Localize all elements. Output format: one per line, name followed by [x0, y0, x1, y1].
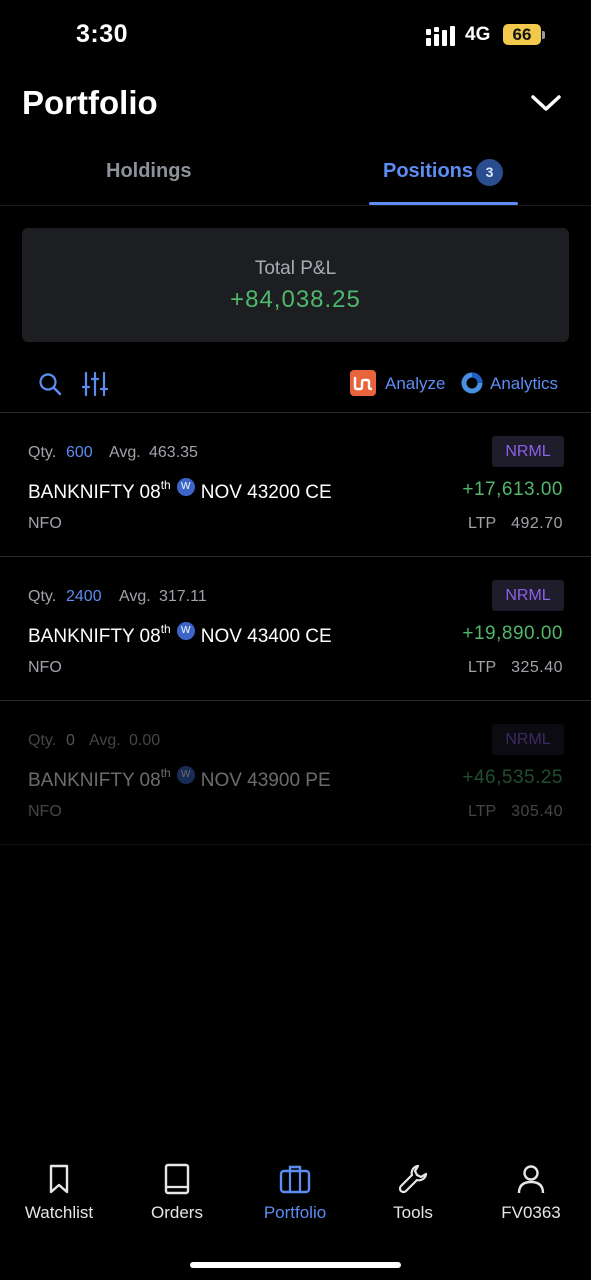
- nav-account[interactable]: FV0363: [472, 1150, 590, 1223]
- analyze-button[interactable]: Analyze: [385, 374, 445, 394]
- position-pnl: +19,890.00: [462, 623, 563, 644]
- symbol-prefix: BANKNIFTY 08: [28, 482, 161, 503]
- tabs-divider: [0, 205, 591, 206]
- qty-label: Qty.: [28, 588, 57, 605]
- bookmark-icon: [49, 1164, 69, 1194]
- nav-watchlist[interactable]: Watchlist: [0, 1150, 118, 1223]
- avg-value: 463.35: [149, 444, 198, 461]
- symbol-ordinal: th: [160, 621, 171, 636]
- chevron-down-icon[interactable]: [530, 92, 562, 114]
- ltp-value: 305.40: [511, 803, 563, 820]
- avg-label: Avg.: [109, 444, 141, 461]
- symbol-suffix: NOV 43900 PE: [200, 770, 331, 791]
- position-pnl: +46,535.25: [462, 767, 563, 788]
- nav-label: Watchlist: [24, 1203, 94, 1222]
- book-icon: [164, 1163, 190, 1195]
- weekly-expiry-icon: W: [176, 766, 195, 784]
- status-time: 3:30: [76, 20, 129, 48]
- ltp-label: LTP: [468, 659, 497, 676]
- exchange-label: NFO: [28, 659, 62, 676]
- signal-icon: [426, 26, 455, 46]
- nav-label: FV0363: [501, 1203, 561, 1222]
- user-icon: [517, 1165, 545, 1194]
- symbol-ordinal: th: [160, 477, 171, 492]
- search-icon[interactable]: [38, 372, 62, 396]
- instrument-symbol: BANKNIFTY 08th W NOV 43400 CE: [28, 622, 332, 648]
- symbol-suffix: NOV 43400 CE: [200, 626, 332, 647]
- bottom-nav: Watchlist Orders Portfolio Tools FV0363: [0, 1150, 591, 1240]
- tab-holdings[interactable]: Holdings: [106, 160, 192, 183]
- ltp-label: LTP: [468, 803, 497, 820]
- positions-count-badge: 3: [476, 159, 503, 186]
- qty-label: Qty.: [28, 732, 57, 749]
- tab-positions[interactable]: Positions: [383, 160, 473, 183]
- weekly-expiry-icon: W: [176, 622, 195, 640]
- symbol-prefix: BANKNIFTY 08: [28, 626, 161, 647]
- analytics-button[interactable]: Analytics: [490, 374, 558, 394]
- product-type-badge: NRML: [492, 724, 564, 755]
- exchange-label: NFO: [28, 803, 62, 820]
- home-indicator: [190, 1262, 401, 1268]
- position-row-closed[interactable]: Qty. 0 Avg. 0.00 NRML BANKNIFTY 08th W NOV…: [0, 701, 591, 845]
- ltp-value: 325.40: [511, 659, 563, 676]
- avg-value: 0.00: [129, 732, 161, 749]
- symbol-ordinal: th: [160, 765, 171, 780]
- product-type-badge: NRML: [492, 436, 564, 467]
- position-row[interactable]: Qty. 2400 Avg. 317.11 NRML BANKNIFTY 08t…: [0, 557, 591, 701]
- qty-label: Qty.: [28, 444, 57, 461]
- instrument-symbol: BANKNIFTY 08th W NOV 43200 CE: [28, 478, 332, 504]
- weekly-expiry-icon: W: [176, 478, 195, 496]
- battery-tip: [542, 31, 545, 39]
- nav-tools[interactable]: Tools: [354, 1150, 472, 1223]
- nav-label: Orders: [151, 1203, 203, 1222]
- qty-value: 0: [66, 732, 75, 749]
- status-bar: 3:30 4G 66: [0, 0, 591, 70]
- total-pnl-card: Total P&L +84,038.25: [22, 228, 569, 342]
- exchange-label: NFO: [28, 515, 62, 532]
- ltp-value: 492.70: [511, 515, 563, 532]
- nav-label: Portfolio: [263, 1203, 327, 1222]
- nav-label: Tools: [393, 1203, 433, 1222]
- qty-value: 600: [66, 444, 93, 461]
- avg-value: 317.11: [159, 588, 207, 605]
- page-title: Portfolio: [22, 84, 158, 121]
- total-pnl-value: +84,038.25: [230, 286, 361, 313]
- nav-orders[interactable]: Orders: [118, 1150, 236, 1223]
- battery-indicator: 66: [503, 24, 541, 45]
- position-row[interactable]: Qty. 600 Avg. 463.35 NRML BANKNIFTY 08th…: [0, 413, 591, 557]
- avg-label: Avg.: [119, 588, 151, 605]
- filter-sliders-icon[interactable]: [82, 371, 108, 397]
- avg-label: Avg.: [89, 732, 121, 749]
- wrench-icon: [398, 1164, 428, 1194]
- total-pnl-label: Total P&L: [254, 258, 337, 279]
- symbol-suffix: NOV 43200 CE: [200, 482, 332, 503]
- instrument-symbol: BANKNIFTY 08th W NOV 43900 PE: [28, 766, 331, 792]
- position-pnl: +17,613.00: [462, 479, 563, 500]
- network-type: 4G: [465, 24, 491, 45]
- product-type-badge: NRML: [492, 580, 564, 611]
- symbol-prefix: BANKNIFTY 08: [28, 770, 161, 791]
- briefcase-icon: [279, 1165, 311, 1194]
- analyze-icon[interactable]: [350, 370, 376, 396]
- nav-portfolio[interactable]: Portfolio: [236, 1150, 354, 1223]
- qty-value: 2400: [66, 588, 102, 605]
- ltp-label: LTP: [468, 515, 497, 532]
- analytics-icon[interactable]: [461, 372, 483, 394]
